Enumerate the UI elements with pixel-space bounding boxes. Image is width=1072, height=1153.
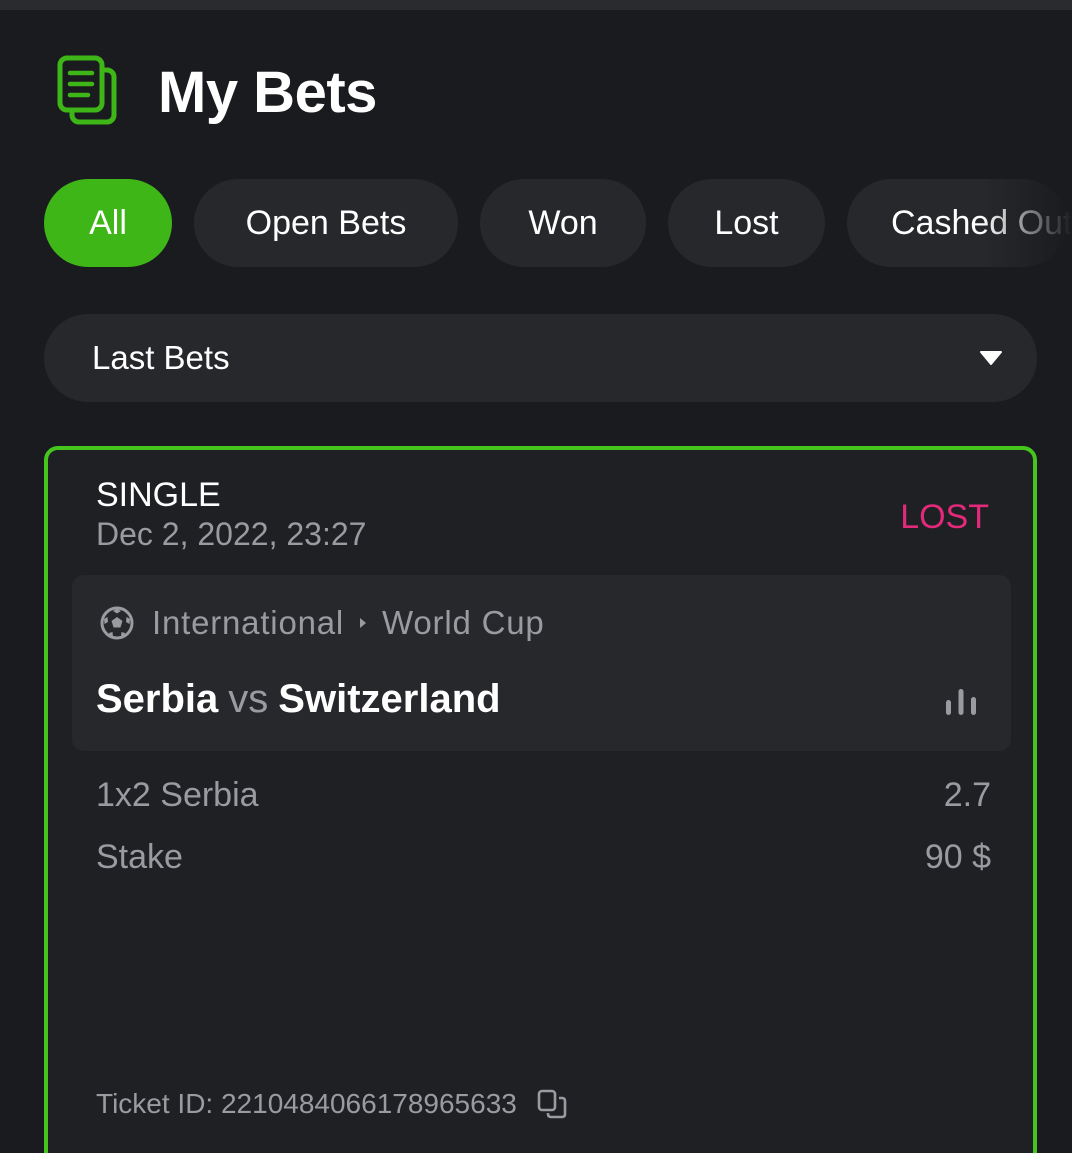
bet-filter-tabs: All Open Bets Won Lost Cashed Out <box>44 179 1072 267</box>
dropdown-selected-label: Last Bets <box>92 339 230 376</box>
tab-all[interactable]: All <box>44 179 172 267</box>
copy-icon[interactable] <box>537 1089 567 1119</box>
stats-icon[interactable] <box>945 688 977 716</box>
status-bar-strip <box>0 0 1072 10</box>
ticket-id-text: Ticket ID: 2210484066178965633 <box>96 1088 517 1119</box>
bet-date: Dec 2, 2022, 23:27 <box>96 516 367 552</box>
bet-period-dropdown[interactable]: Last Bets <box>44 314 1037 402</box>
vs-label: vs <box>228 677 269 721</box>
bet-status-badge: LOST <box>900 498 989 536</box>
bet-card[interactable]: SINGLE Dec 2, 2022, 23:27 LOST Internati… <box>44 446 1037 1153</box>
bets-document-icon <box>57 55 117 125</box>
tab-open-bets[interactable]: Open Bets <box>194 179 458 267</box>
away-team: Switzerland <box>278 677 501 721</box>
event-league: International World Cup <box>100 603 545 643</box>
selection-odds: 2.7 <box>943 776 991 814</box>
selection-row: 1x2 Serbia 2.7 <box>96 776 991 815</box>
event-box[interactable]: International World Cup Serbia vs Switzerl… <box>72 575 1011 751</box>
selection-label: 1x2 Serbia <box>96 776 259 814</box>
stake-row: Stake 90 $ <box>96 838 991 877</box>
stake-label: Stake <box>96 838 183 876</box>
tab-lost[interactable]: Lost <box>668 179 825 267</box>
event-league-name: World Cup <box>382 604 545 641</box>
stake-value: 90 $ <box>924 838 991 876</box>
ticket-id: Ticket ID: 2210484066178965633 <box>96 1086 567 1122</box>
chevron-right-icon <box>360 618 367 628</box>
event-category: International <box>152 604 345 641</box>
soccer-ball-icon <box>100 606 134 640</box>
tab-won[interactable]: Won <box>480 179 646 267</box>
home-team: Serbia <box>96 677 219 721</box>
tab-cashed-out[interactable]: Cashed Out <box>847 179 1072 267</box>
caret-down-icon <box>980 351 1002 365</box>
page-header: My Bets <box>56 54 377 130</box>
bet-type: SINGLE <box>96 476 221 514</box>
page-title: My Bets <box>158 59 377 125</box>
match-title: Serbia vs Switzerland <box>96 677 501 722</box>
